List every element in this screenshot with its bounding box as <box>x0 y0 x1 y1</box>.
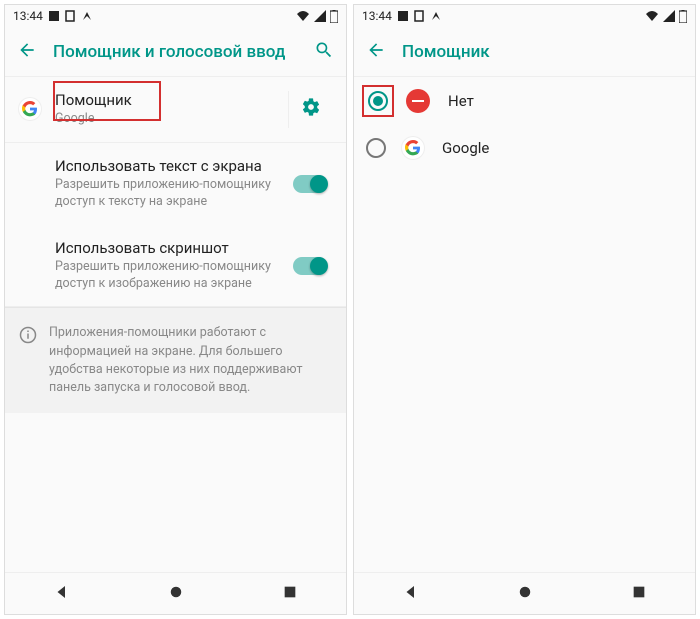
signal-icon <box>663 10 675 22</box>
use-shot-title: Использовать скриншот <box>55 239 288 257</box>
google-icon <box>402 137 424 159</box>
nav-bar <box>354 572 695 614</box>
notif-icon-1 <box>49 11 59 21</box>
notif-icon-2 <box>414 10 424 22</box>
battery-icon <box>679 10 687 23</box>
notif-icon-2 <box>65 10 75 22</box>
notif-icon-3 <box>81 10 93 22</box>
option-google-label: Google <box>442 139 489 157</box>
info-block: Приложения-помощники работают с информац… <box>5 307 346 413</box>
use-shot-switch[interactable] <box>293 257 327 275</box>
app-bar: Помощник <box>354 27 695 77</box>
app-bar: Помощник и голосовой ввод <box>5 27 346 77</box>
screen-assist-settings: 13:44 Помощник и голосовой ввод <box>4 4 347 615</box>
radio-google[interactable] <box>366 138 386 158</box>
search-button[interactable] <box>314 40 334 64</box>
content: Нет Google <box>354 77 695 572</box>
use-text-subtitle: Разрешить приложению-помощнику доступ к … <box>55 177 288 211</box>
nav-back-button[interactable] <box>402 583 420 605</box>
assist-subtitle: Google <box>55 111 288 128</box>
option-none[interactable]: Нет <box>354 77 695 125</box>
none-icon <box>406 89 430 113</box>
assist-app-row[interactable]: Помощник Google <box>5 77 346 143</box>
nav-recent-button[interactable] <box>282 584 298 604</box>
use-text-title: Использовать текст с экрана <box>55 157 288 175</box>
highlight-annotation <box>362 85 394 117</box>
nav-bar <box>5 572 346 614</box>
nav-back-button[interactable] <box>53 583 71 605</box>
use-text-row[interactable]: Использовать текст с экрана Разрешить пр… <box>5 143 346 225</box>
option-google[interactable]: Google <box>354 125 695 171</box>
use-text-switch[interactable] <box>293 175 327 193</box>
radio-none[interactable] <box>368 91 388 111</box>
screen-select-assist: 13:44 Помощник Нет <box>353 4 696 615</box>
content: Помощник Google Использовать текст с экр… <box>5 77 346 572</box>
nav-recent-button[interactable] <box>631 584 647 604</box>
back-button[interactable] <box>17 40 37 64</box>
nav-home-button[interactable] <box>516 583 534 605</box>
gear-icon <box>301 97 321 121</box>
use-screenshot-row[interactable]: Использовать скриншот Разрешить приложен… <box>5 225 346 308</box>
status-time: 13:44 <box>362 9 392 23</box>
wifi-icon <box>296 10 310 22</box>
notif-icon-3 <box>430 10 442 22</box>
assist-settings-button[interactable] <box>288 91 332 128</box>
info-icon <box>19 326 37 397</box>
google-icon <box>19 98 41 120</box>
option-none-label: Нет <box>448 92 474 110</box>
nav-home-button[interactable] <box>167 583 185 605</box>
page-title: Помощник и голосовой ввод <box>53 42 298 62</box>
status-time: 13:44 <box>13 9 43 23</box>
wifi-icon <box>645 10 659 22</box>
page-title: Помощник <box>402 42 683 62</box>
notif-icon-1 <box>398 11 408 21</box>
back-button[interactable] <box>366 40 386 64</box>
assist-title: Помощник <box>55 91 288 109</box>
info-text: Приложения-помощники работают с информац… <box>49 324 332 397</box>
battery-icon <box>330 10 338 23</box>
use-shot-subtitle: Разрешить приложению-помощнику доступ к … <box>55 259 288 293</box>
signal-icon <box>314 10 326 22</box>
status-bar: 13:44 <box>354 5 695 27</box>
status-bar: 13:44 <box>5 5 346 27</box>
